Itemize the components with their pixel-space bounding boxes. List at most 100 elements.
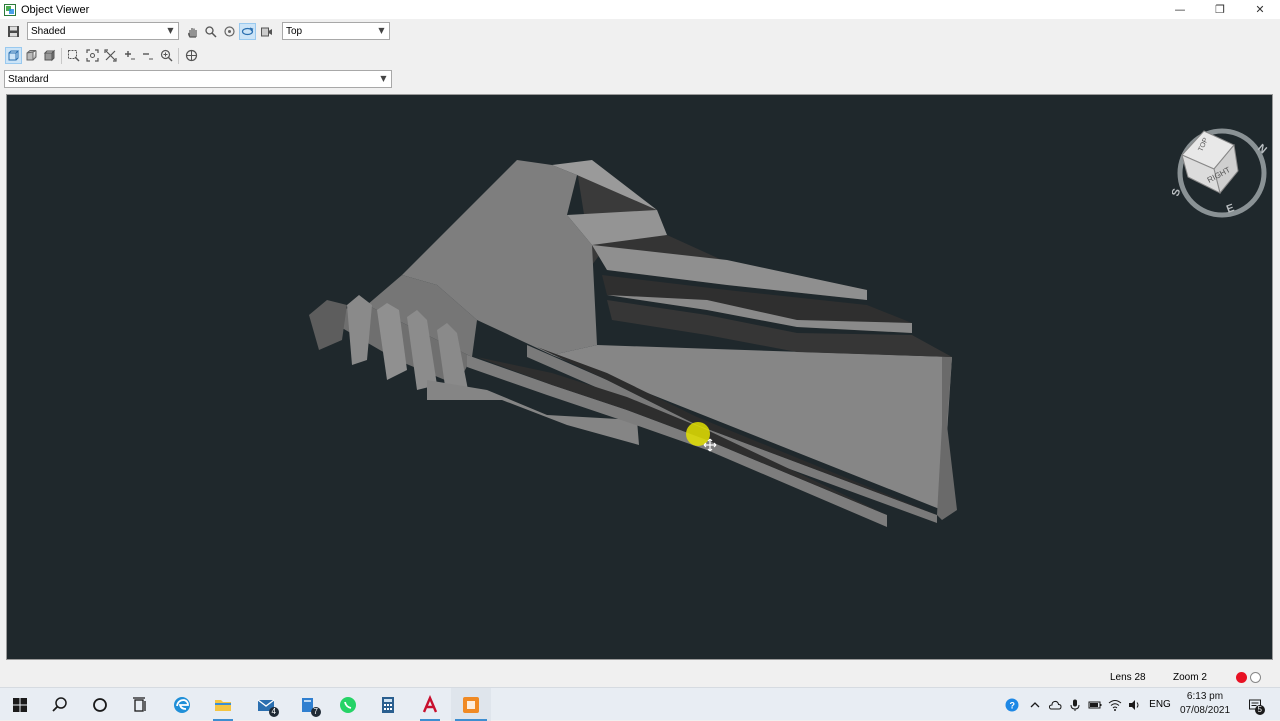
edge-browser-button[interactable] [162, 688, 202, 721]
volume-button[interactable] [1125, 688, 1143, 721]
zoom-realtime-button[interactable] [158, 47, 175, 64]
battery-button[interactable] [1086, 688, 1104, 721]
cloud-icon [1048, 700, 1062, 709]
close-button[interactable]: ✕ [1240, 0, 1280, 19]
chevron-down-icon: ▼ [378, 26, 385, 35]
3d-viewport[interactable]: TOP RIGHT N S E [6, 94, 1273, 660]
status-bar: Lens 28 Zoom 2 [0, 668, 1280, 687]
onedrive-button[interactable] [1046, 688, 1064, 721]
help-icon: ? [1005, 698, 1019, 711]
record-red-icon[interactable] [1236, 672, 1247, 683]
cursor-highlight [686, 422, 710, 446]
minimize-icon: — [1174, 3, 1186, 16]
microphone-icon [1070, 699, 1080, 711]
autocad-icon [422, 694, 438, 712]
save-icon [8, 26, 19, 37]
record-empty-icon[interactable] [1250, 672, 1261, 683]
toolbar-separator [61, 48, 62, 64]
zoom-button[interactable] [202, 23, 219, 40]
navigation-wheel-button[interactable] [183, 47, 200, 64]
magnifier-icon [205, 26, 217, 38]
chevron-down-icon: ▼ [167, 26, 174, 35]
zoom-out-icon [143, 53, 153, 60]
object-viewer-app-icon [463, 696, 479, 713]
model-rib [309, 300, 347, 350]
parallel-projection-button[interactable] [5, 47, 22, 64]
calculator-icon [382, 696, 394, 713]
microphone-button[interactable] [1066, 688, 1084, 721]
zoom-readout: Zoom 2 [1173, 672, 1207, 683]
visual-style-select[interactable]: Shaded ▼ [27, 22, 179, 40]
view-preset-value: Top [286, 25, 303, 37]
zoom-window-icon [68, 50, 80, 62]
mail-button[interactable]: 4 [246, 688, 286, 721]
zoom-window-button[interactable] [65, 47, 82, 64]
zoom-all-icon [104, 49, 117, 62]
lens-readout: Lens 28 [1110, 672, 1146, 683]
battery-icon [1088, 701, 1102, 708]
toolbar-area: Shaded ▼ Top ▼ Standard ▼ [0, 19, 394, 91]
cortana-circle-icon [93, 697, 107, 712]
task-view-button[interactable] [120, 688, 160, 721]
toolbar-separator [178, 48, 179, 64]
zoom-out-button[interactable] [139, 47, 156, 64]
whatsapp-button[interactable] [328, 688, 368, 721]
zoom-extents-button[interactable] [84, 47, 101, 64]
object-viewer-taskbar-button[interactable] [451, 688, 491, 721]
language-indicator[interactable]: ENG [1146, 688, 1174, 721]
viewcube[interactable]: TOP RIGHT N S E [1172, 125, 1272, 220]
visual-style-value: Shaded [31, 25, 66, 37]
start-button[interactable] [0, 688, 40, 721]
window-title: Object Viewer [21, 3, 90, 16]
camera-button[interactable] [258, 23, 275, 40]
close-icon: ✕ [1255, 3, 1265, 16]
wifi-button[interactable] [1106, 688, 1124, 721]
minimize-button[interactable]: — [1160, 0, 1200, 19]
model-rib [347, 295, 372, 365]
notifications-badge: 5 [1254, 705, 1265, 715]
restore-button[interactable]: ❐ [1200, 0, 1240, 19]
clock-date: 07/08/2021 [1179, 705, 1231, 716]
show-hidden-icons-button[interactable] [1026, 688, 1044, 721]
camera-icon [261, 27, 272, 37]
folder-icon [215, 699, 231, 711]
clock[interactable]: 6:13 pm 07/08/2021 [1176, 690, 1234, 718]
task-view-icon [133, 696, 146, 712]
pan-button[interactable] [184, 23, 201, 40]
restore-icon: ❐ [1215, 3, 1225, 16]
notifications-button[interactable]: 5 [1242, 688, 1268, 721]
cube-parallel-icon [8, 50, 20, 61]
taskbar: 4 7 ? ENG 6:13 pm 07/08/2021 5 [0, 687, 1280, 721]
search-button[interactable] [40, 688, 80, 721]
files-app-button[interactable]: 7 [288, 688, 328, 721]
free-orbit-icon [241, 27, 254, 36]
orbit-constrained-button[interactable] [221, 23, 238, 40]
autocad-button[interactable] [410, 688, 450, 721]
clock-time: 6:13 pm [1186, 691, 1224, 702]
calculator-button[interactable] [368, 688, 408, 721]
shaded-mode-button[interactable] [41, 47, 58, 64]
hand-pan-icon [188, 28, 197, 38]
zoom-realtime-icon [160, 49, 173, 62]
view-preset-select[interactable]: Top ▼ [282, 22, 390, 40]
windows-logo-icon [13, 697, 27, 712]
svg-text:?: ? [1010, 700, 1016, 710]
files-badge: 7 [310, 707, 321, 717]
save-button[interactable] [5, 23, 22, 40]
perspective-projection-button[interactable] [23, 47, 40, 64]
search-icon [52, 696, 67, 712]
model-canvas[interactable] [7, 95, 1273, 660]
whatsapp-icon [340, 696, 356, 713]
orbit-free-button[interactable] [239, 23, 256, 40]
object-viewer-icon [4, 3, 16, 16]
cortana-button[interactable] [80, 688, 120, 721]
cube-perspective-icon [26, 50, 37, 61]
shaded-cube-icon [43, 49, 56, 62]
speaker-icon [1129, 699, 1139, 710]
help-button[interactable]: ? [1002, 688, 1022, 721]
file-explorer-button[interactable] [203, 688, 243, 721]
orbit-icon [224, 26, 235, 37]
zoom-in-button[interactable] [121, 47, 138, 64]
visual-preset-select[interactable]: Standard ▼ [4, 70, 392, 88]
zoom-all-button[interactable] [102, 47, 119, 64]
